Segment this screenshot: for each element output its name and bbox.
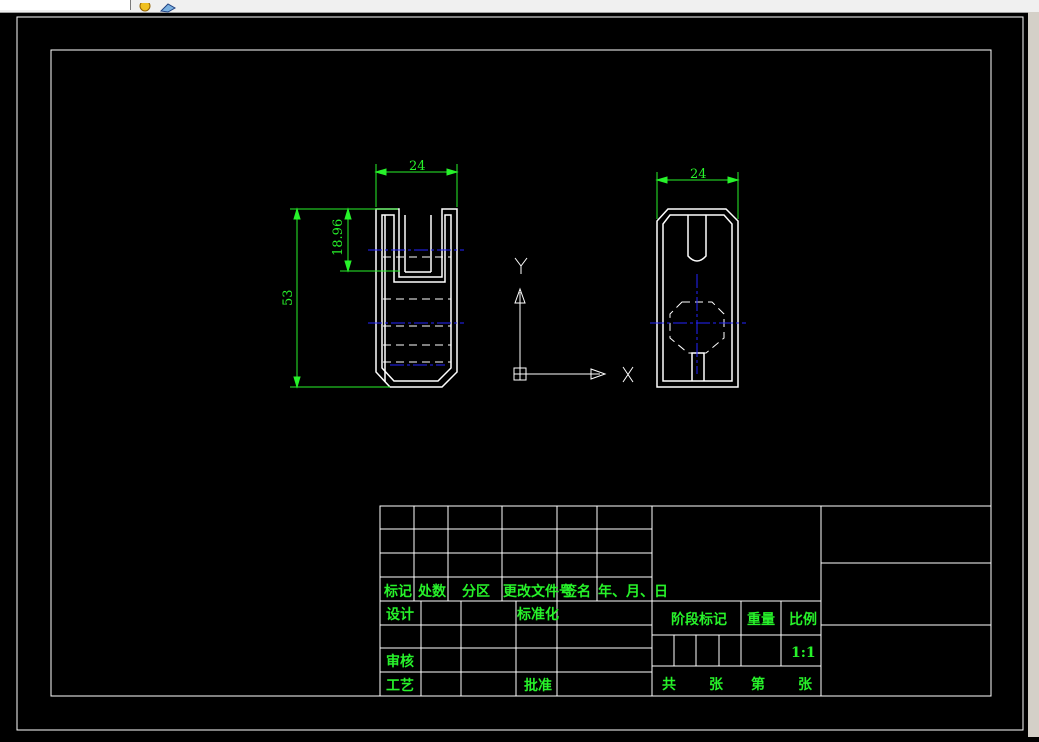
ucs-icon	[513, 257, 634, 383]
front-width-label: 24	[409, 159, 426, 174]
vertical-scrollbar[interactable]	[1028, 12, 1039, 737]
tb-review: 审核	[386, 653, 414, 670]
drawing-canvas[interactable]: 24 18.96 53 Y X	[0, 12, 1028, 737]
layer-manager-icon[interactable]	[159, 0, 177, 13]
title-block-grid	[379, 505, 992, 697]
front-slot-dimension	[340, 207, 400, 273]
tb-process: 工艺	[386, 677, 414, 694]
tb-total: 共	[662, 676, 676, 693]
front-view	[375, 208, 458, 388]
tb-sheets-1: 张	[709, 677, 724, 693]
tb-header-signature: 签名	[562, 583, 591, 600]
tb-sheets-2: 张	[798, 677, 813, 693]
tb-design: 设计	[386, 606, 414, 623]
tb-scale: 比例	[789, 611, 817, 628]
front-slot-label: 18.96	[331, 219, 346, 256]
tb-header-count: 处数	[417, 583, 447, 600]
side-width-label: 24	[690, 167, 707, 182]
layer-state-icon[interactable]	[138, 0, 152, 12]
front-height-label: 53	[281, 289, 296, 306]
layer-combo[interactable]	[0, 0, 131, 10]
tb-approve: 批准	[524, 677, 552, 694]
tb-header-date: 年、月、日	[598, 583, 668, 600]
tb-standardization: 标准化	[516, 606, 559, 623]
tb-header-zone: 分区	[462, 584, 490, 600]
tb-stage-mark: 阶段标记	[671, 611, 727, 628]
tb-scale-value: 1:1	[791, 645, 816, 661]
tb-sheet-no: 第	[751, 676, 765, 693]
tb-header-mark: 标记	[383, 583, 412, 600]
tb-weight: 重量	[747, 611, 775, 628]
